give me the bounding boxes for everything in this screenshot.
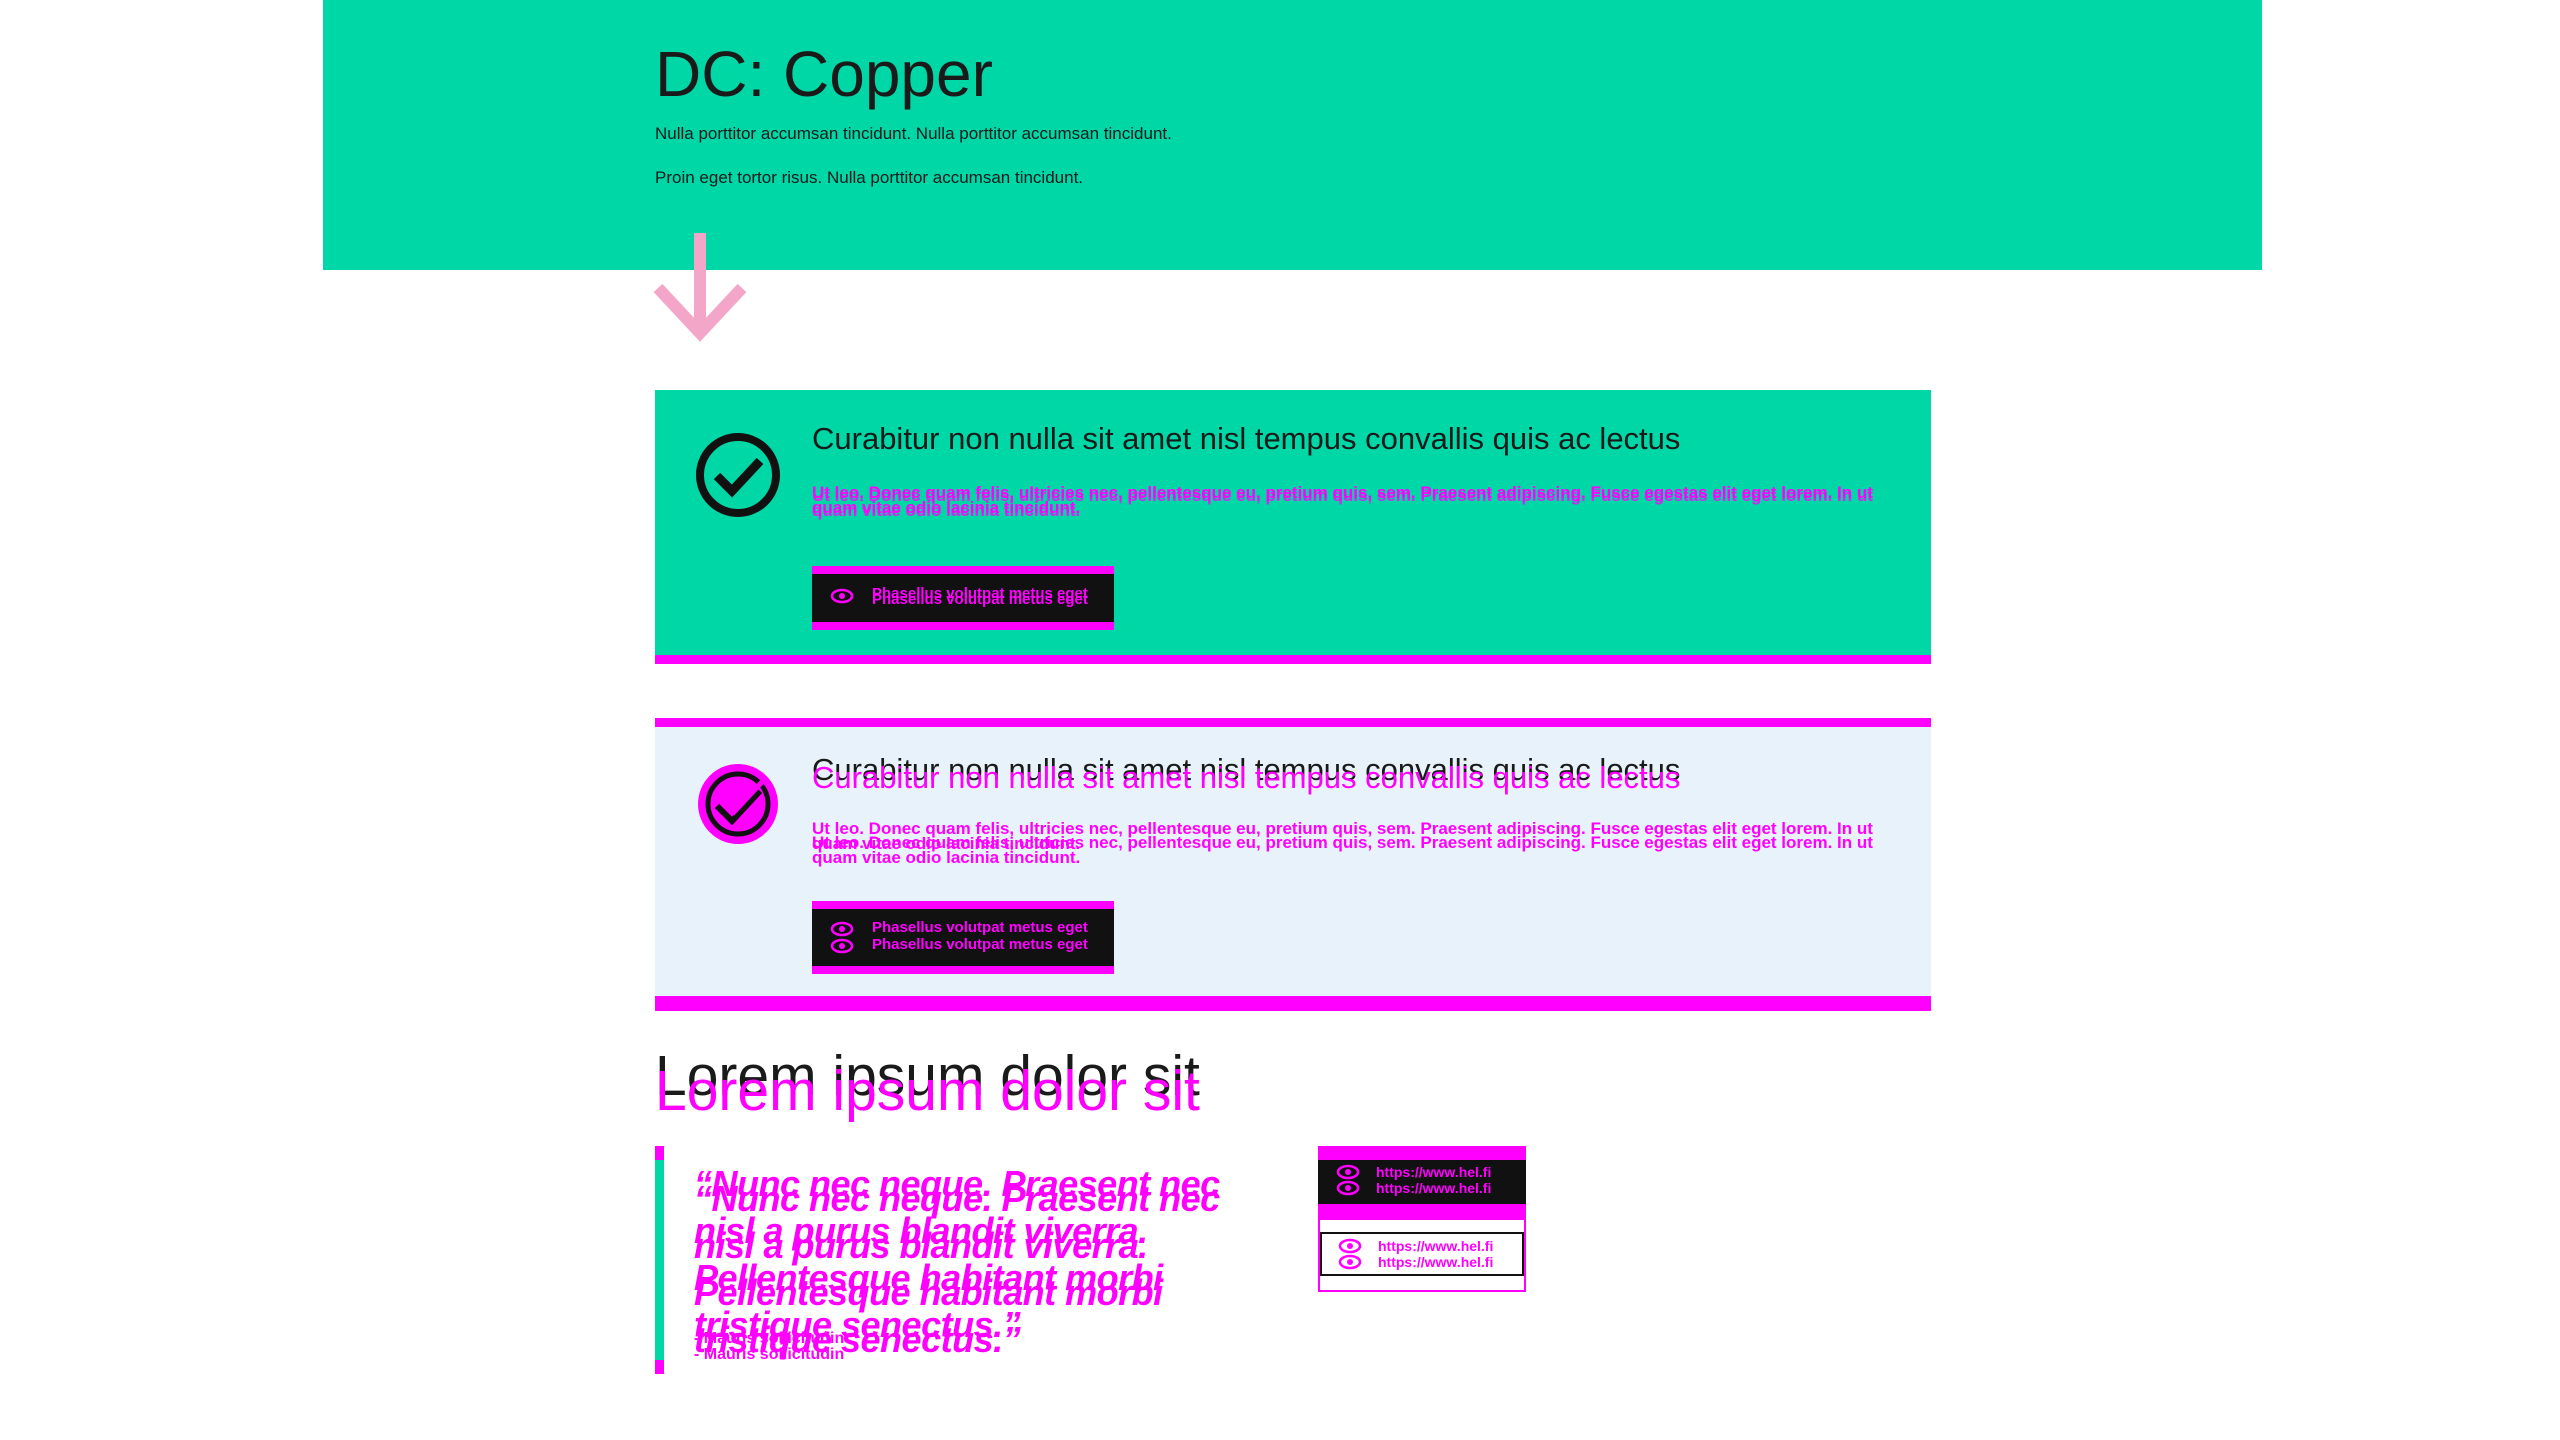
eye-icon <box>1338 1238 1362 1254</box>
blockquote-cite-duplicate: - Mauris sollicitudin <box>694 1346 845 1363</box>
quote-accent-bar-cap <box>655 1146 664 1160</box>
link-label-duplicate: https://www.hel.fi <box>1376 1180 1492 1196</box>
eye-icon <box>1338 1254 1362 1270</box>
hero-banner <box>323 0 2262 270</box>
notification-body-duplicate: Ut leo. Donec quam felis, ultricies nec,… <box>812 833 1873 867</box>
notification-action-button[interactable]: Phasellus volutpat metus eget Phasellus … <box>812 901 1114 974</box>
external-link-dark[interactable]: https://www.hel.fi https://www.hel.fi <box>1318 1146 1526 1218</box>
external-link-light[interactable]: https://www.hel.fi https://www.hel.fi <box>1318 1218 1526 1292</box>
quote-accent-bar-cap <box>655 1360 664 1374</box>
button-label: Phasellus volutpat metus eget <box>872 919 1088 936</box>
link-label-duplicate: https://www.hel.fi <box>1378 1254 1494 1270</box>
eye-icon <box>1336 1164 1360 1180</box>
section-title-duplicate: Lorem ipsum dolor sit <box>655 1059 1200 1123</box>
notification-heading: Curabitur non nulla sit amet nisl tempus… <box>812 421 1681 456</box>
check-circle-icon <box>698 764 778 844</box>
notification-action-button[interactable]: Phasellus volutpat metus eget Phasellus … <box>812 566 1114 630</box>
hero-paragraph: Proin eget tortor risus. Nulla porttitor… <box>655 168 1084 187</box>
eye-icon <box>830 588 854 604</box>
quote-accent-bar <box>655 1146 664 1374</box>
hero-paragraph: Nulla porttitor accumsan tincidunt. Null… <box>655 124 1172 143</box>
notification-success: Curabitur non nulla sit amet nisl tempus… <box>655 390 1931 664</box>
eye-icon <box>830 921 854 937</box>
page-title: DC: Copper <box>655 38 993 110</box>
notification-heading-duplicate: Curabitur non nulla sit amet nisl tempus… <box>812 760 1681 795</box>
hero-wave-edge <box>323 255 2262 268</box>
button-label-duplicate: Phasellus volutpat metus eget <box>872 591 1088 608</box>
eye-icon <box>830 938 854 954</box>
arrow-down-icon <box>653 233 747 342</box>
check-circle-icon <box>696 433 780 517</box>
button-label-duplicate: Phasellus volutpat metus eget <box>872 936 1088 953</box>
link-label: https://www.hel.fi <box>1376 1164 1492 1180</box>
eye-icon <box>1336 1180 1360 1196</box>
notification-body-duplicate: Ut leo. Donec quam felis, ultricies nec,… <box>812 486 1873 520</box>
link-label: https://www.hel.fi <box>1378 1238 1494 1254</box>
notification-info: Curabitur non nulla sit amet nisl tempus… <box>655 718 1931 1011</box>
